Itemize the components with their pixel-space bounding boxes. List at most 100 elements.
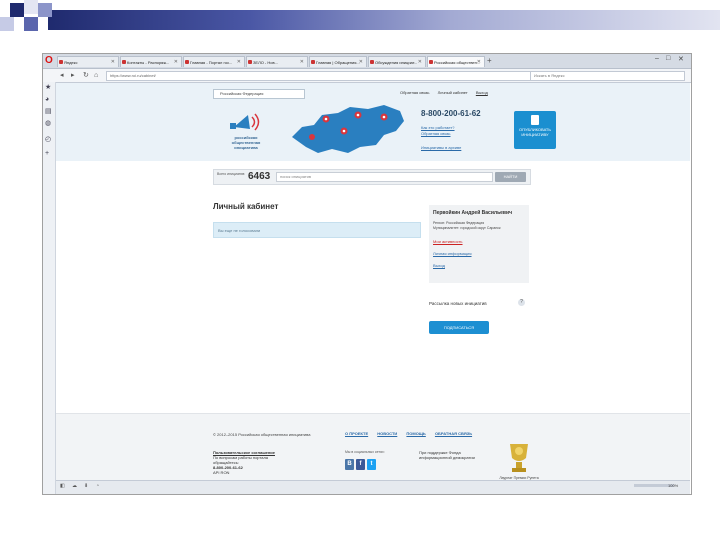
tab-gosportal[interactable]: Главная - Портал гос... ✕	[183, 56, 245, 67]
close-tab-icon[interactable]: ✕	[300, 57, 304, 67]
how-it-works-link[interactable]: Как это работает?	[421, 125, 455, 130]
forward-icon[interactable]: ▸	[71, 70, 75, 81]
user-name: Первойкин Андрей Васильевич	[433, 210, 512, 216]
footer-link-news[interactable]: НОВОСТИ	[377, 431, 397, 436]
user-region: Регион: Российская Федерация	[433, 221, 485, 225]
profile-logout-link[interactable]: Выход	[433, 263, 445, 268]
address-bar: ◂ ▸ ↻ ⌂ https://www.roi.ru/cabinet/ Иска…	[43, 69, 691, 83]
minimize-icon[interactable]: –	[655, 55, 659, 62]
add-panel-icon[interactable]: +	[45, 150, 49, 158]
sync-icon[interactable]: ☁	[72, 483, 77, 489]
social-label: Мы в социальных сетях:	[345, 450, 385, 454]
megaphone-icon	[230, 113, 260, 131]
new-tab-button[interactable]: +	[487, 55, 492, 67]
tab-bar: O Яндекс ✕ Контакты - Распоряж... ✕ Главна…	[43, 54, 691, 69]
tab-contacts[interactable]: Контакты - Распоряж... ✕	[120, 56, 182, 67]
search-button[interactable]: НАЙТИ	[495, 172, 526, 182]
slide-decoration	[0, 0, 720, 40]
logo-text: российская общественная инициатива	[231, 135, 261, 150]
footer-agreement: Пользовательское соглашение По вопросам …	[213, 450, 293, 475]
deco-square	[0, 17, 14, 31]
history-icon[interactable]: ◴	[45, 136, 51, 144]
russia-map-icon	[292, 105, 404, 153]
browser-status-bar: ◧ ☁ ⬇ ◔ 100%	[56, 480, 690, 494]
close-tab-icon[interactable]: ✕	[111, 57, 115, 67]
site-header: Российская Федерация Обратная связь Личн…	[56, 83, 690, 161]
tab-favicon-icon	[311, 60, 315, 64]
tab-label: Главная - Портал гос...	[190, 60, 233, 65]
initiative-search-bar: Всего инициатив: 6463 поиск инициатив НА…	[213, 169, 531, 185]
maximize-icon[interactable]: □	[666, 55, 670, 62]
subscribe-button[interactable]: ПОДПИСАТЬСЯ	[429, 321, 489, 334]
tab-favicon-icon	[59, 60, 63, 64]
speed-icon[interactable]: ◔	[96, 483, 99, 489]
download-status-icon[interactable]: ⬇	[84, 483, 88, 489]
logout-link[interactable]: Выход	[476, 90, 488, 95]
tab-label: ЗЕЛО - Нов...	[253, 60, 278, 65]
notes-icon[interactable]: ▤	[45, 108, 52, 116]
publish-button-label: ОПУБЛИКОВАТЬ ИНИЦИАТИВУ	[518, 127, 551, 137]
opera-menu-icon[interactable]: O	[45, 55, 55, 66]
personal-info-link[interactable]: Личная информация	[433, 251, 472, 256]
mailing-label: Рассылка новых инициатив	[429, 301, 487, 306]
browser-search-input[interactable]: Искать в Яндекс	[530, 71, 685, 81]
back-icon[interactable]: ◂	[60, 70, 64, 81]
contacts-link[interactable]: Обратная связь	[421, 131, 450, 136]
initiative-search-input[interactable]: поиск инициатив	[276, 172, 493, 182]
tab-label: Контакты - Распоряж...	[127, 60, 170, 65]
cabinet-link[interactable]: Личный кабинет	[438, 90, 468, 95]
runet-award-icon	[510, 444, 528, 472]
panel-toggle-icon[interactable]: ◧	[60, 483, 65, 489]
footer-link-help[interactable]: ПОМОЩЬ	[406, 431, 425, 436]
agreement-text: По вопросам работы портала обращайтесь:	[213, 455, 269, 465]
deco-square	[10, 3, 24, 17]
close-tab-icon[interactable]: ✕	[174, 57, 178, 67]
deco-square	[24, 0, 38, 14]
tab-yandex[interactable]: Яндекс ✕	[57, 56, 119, 67]
tab-label: Российская обществен...	[434, 60, 481, 65]
publish-initiative-button[interactable]: ОПУБЛИКОВАТЬ ИНИЦИАТИВУ	[514, 111, 556, 149]
footer-mail: АРI RON	[213, 470, 230, 475]
total-label: Всего инициатив:	[217, 172, 246, 176]
tab-label: Главная | Обращения...	[316, 60, 360, 65]
feedback-link[interactable]: Обратная связь	[400, 90, 429, 95]
initiative-count: 6463	[248, 171, 271, 182]
tab-discussions[interactable]: Обсуждения инициат... ✕	[368, 56, 426, 67]
close-tab-icon[interactable]: ✕	[418, 57, 422, 67]
tab-zelo[interactable]: ЗЕЛО - Нов... ✕	[246, 56, 308, 67]
close-tab-icon[interactable]: ✕	[359, 57, 363, 67]
home-icon[interactable]: ⌂	[94, 70, 98, 81]
support-text: При поддержке Фонда информационной демок…	[419, 450, 475, 460]
deco-square	[38, 3, 52, 17]
tab-roi-active[interactable]: Российская обществен... ✕	[427, 56, 485, 67]
reload-icon[interactable]: ↻	[83, 70, 89, 81]
close-tab-icon[interactable]: ✕	[477, 57, 481, 67]
help-icon[interactable]: ?	[518, 299, 525, 306]
my-activity-link[interactable]: Мои активность	[433, 239, 463, 244]
footer-nav: О ПРОЕКТЕ НОВОСТИ ПОМОЩЬ ОБРАТНАЯ СВЯЗЬ	[345, 431, 480, 436]
copyright: © 2012–2015 Российская общественная иниц…	[213, 432, 311, 437]
tab-favicon-icon	[429, 60, 433, 64]
facebook-icon[interactable]: f	[356, 459, 365, 470]
header-links: Обратная связь Личный кабинет Выход	[393, 89, 488, 97]
close-tab-icon[interactable]: ✕	[237, 57, 241, 67]
speed-dial-icon[interactable]: ◕	[45, 96, 49, 104]
tab-favicon-icon	[185, 60, 189, 64]
close-window-icon[interactable]: ✕	[678, 55, 684, 63]
downloads-icon[interactable]: ◍	[45, 120, 51, 128]
bookmarks-icon[interactable]: ★	[45, 84, 51, 92]
hotline-phone: 8-800-200-61-62	[421, 109, 481, 118]
vk-icon[interactable]: В	[345, 459, 354, 470]
url-input[interactable]: https://www.roi.ru/cabinet/	[106, 71, 531, 81]
browser-window: O Яндекс ✕ Контакты - Распоряж... ✕ Главна…	[42, 53, 692, 495]
footer-link-feedback[interactable]: ОБРАТНАЯ СВЯЗЬ	[435, 431, 472, 436]
archive-link[interactable]: Инициативы в архиве	[421, 145, 461, 150]
user-municipality: Муниципалитет: городской округ Саранск	[433, 226, 501, 230]
footer-link-about[interactable]: О ПРОЕКТЕ	[345, 431, 368, 436]
tab-appeals[interactable]: Главная | Обращения... ✕	[309, 56, 367, 67]
zoom-level: 100%	[668, 483, 679, 488]
twitter-icon[interactable]: t	[367, 459, 376, 470]
site-logo[interactable]: российская общественная инициатива	[224, 109, 268, 157]
tab-favicon-icon	[248, 60, 252, 64]
page-title: Личный кабинет	[213, 202, 279, 211]
